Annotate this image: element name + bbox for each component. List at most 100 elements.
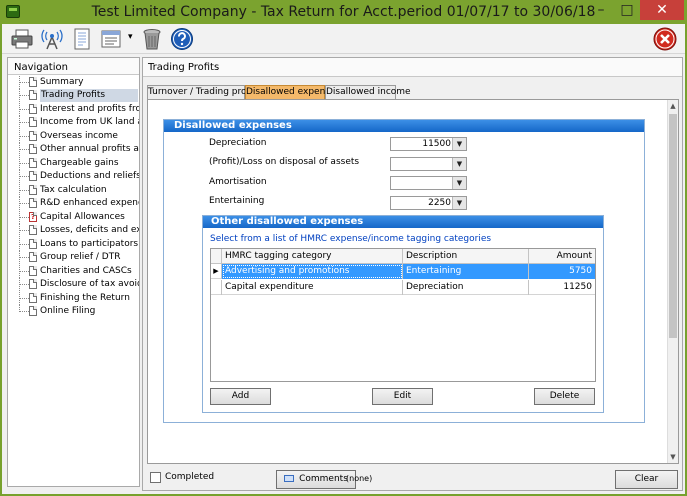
table-cell-description[interactable]: Entertaining (403, 264, 529, 279)
nav-item-loans-to-participators[interactable]: Loans to participators (8, 238, 139, 251)
maximize-button[interactable]: □ (614, 0, 640, 20)
document-icon (29, 225, 37, 235)
nav-item-group-relief[interactable]: Group relief / DTR (8, 251, 139, 264)
profit-loss-disposal-label: (Profit)/Loss on disposal of assets (209, 157, 360, 167)
chevron-down-icon[interactable]: ▼ (452, 138, 466, 150)
table-cell-description[interactable]: Depreciation (403, 280, 529, 295)
entertaining-combo[interactable]: 2250 ▼ (390, 196, 467, 210)
comments-status: (none) (346, 474, 373, 483)
comment-icon (284, 475, 295, 482)
section-title: Disallowed expenses (164, 120, 644, 132)
nav-item-charities-and-cascs[interactable]: Charities and CASCs (8, 265, 139, 278)
hmrc-categories-link[interactable]: Select from a list of HMRC expense/incom… (210, 234, 491, 244)
table-cell-amount[interactable]: 5750 (529, 264, 595, 279)
nav-item-overseas-income[interactable]: Overseas income (8, 130, 139, 143)
vertical-scrollbar[interactable]: ▲ ▼ (667, 100, 678, 463)
window-title: Test Limited Company - Tax Return for Ac… (91, 4, 596, 20)
entertaining-label: Entertaining (209, 196, 265, 206)
expenses-table: HMRC tagging category Description Amount… (210, 248, 596, 382)
scroll-down-icon[interactable]: ▼ (668, 451, 678, 463)
disallowed-expenses-group: Disallowed expenses Depreciation 11500 ▼… (163, 119, 645, 423)
document-icon (29, 171, 37, 181)
broadcast-icon[interactable] (40, 27, 64, 51)
chevron-down-icon[interactable]: ▼ (452, 158, 466, 170)
document-icon (29, 198, 37, 208)
table-row[interactable]: Capital expenditure Depreciation 11250 (211, 280, 595, 295)
chevron-down-icon[interactable]: ▼ (452, 197, 466, 209)
footer-bar: Completed Comments (none) Clear (147, 468, 679, 490)
edit-button[interactable]: Edit (372, 388, 433, 405)
document-icon (29, 158, 37, 168)
nav-item-finishing-the-return[interactable]: Finishing the Return (8, 292, 139, 305)
trash-icon[interactable] (140, 27, 164, 51)
nav-item-other-annual-profits[interactable]: Other annual profits an... (8, 143, 139, 156)
document-icon (29, 266, 37, 276)
document-warning-icon (29, 211, 37, 224)
printer-icon[interactable] (10, 27, 34, 51)
nav-item-capital-allowances[interactable]: Capital Allowances (8, 211, 139, 224)
chevron-down-icon[interactable]: ▾ (128, 32, 133, 42)
document-icon (29, 104, 37, 114)
amortisation-combo[interactable]: ▼ (390, 176, 467, 190)
completed-checkbox[interactable] (150, 472, 161, 483)
document-icon (29, 90, 37, 100)
column-header-amount[interactable]: Amount (529, 249, 595, 264)
nav-item-losses-deficits[interactable]: Losses, deficits and exc... (8, 224, 139, 237)
tab-content: Disallowed expenses Depreciation 11500 ▼… (147, 99, 679, 464)
main-panel: Trading Profits Turnover / Trading profi… (142, 57, 683, 491)
row-pointer-icon: ▶ (211, 264, 222, 279)
scroll-up-icon[interactable]: ▲ (668, 100, 678, 112)
document-icon (29, 77, 37, 87)
nav-item-interest-and-profits[interactable]: Interest and profits fro... (8, 103, 139, 116)
exit-icon[interactable] (653, 27, 677, 51)
nav-item-rd-enhanced-expenditure[interactable]: R&D enhanced expendit... (8, 197, 139, 210)
toolbar: ▾ (2, 24, 685, 54)
section-title: Other disallowed expenses (203, 216, 603, 228)
clear-button[interactable]: Clear (615, 470, 678, 489)
document-icon (29, 239, 37, 249)
column-header-description[interactable]: Description (403, 249, 529, 264)
help-icon[interactable] (170, 27, 194, 51)
column-header-category[interactable]: HMRC tagging category (222, 249, 403, 264)
document-list-icon[interactable] (70, 27, 94, 51)
nav-item-online-filing[interactable]: Online Filing (8, 305, 139, 318)
title-bar[interactable]: Test Limited Company - Tax Return for Ac… (0, 0, 687, 24)
table-cell-amount[interactable]: 11250 (529, 280, 595, 295)
other-disallowed-expenses-group: Other disallowed expenses Select from a … (202, 215, 604, 413)
add-button[interactable]: Add (210, 388, 271, 405)
nav-item-trading-profits[interactable]: Trading Profits (8, 89, 139, 102)
document-icon (29, 279, 37, 289)
nav-item-deductions-and-reliefs[interactable]: Deductions and reliefs (8, 170, 139, 183)
document-icon (29, 131, 37, 141)
table-row[interactable]: ▶ Advertising and promotions Entertainin… (211, 264, 595, 279)
document-icon (29, 293, 37, 303)
comments-button[interactable]: Comments (276, 470, 356, 489)
document-icon (29, 252, 37, 262)
nav-item-chargeable-gains[interactable]: Chargeable gains (8, 157, 139, 170)
nav-item-summary[interactable]: Summary (8, 76, 139, 89)
navigation-tree: Summary Trading Profits Interest and pro… (8, 75, 139, 486)
client-area: ▾ Navigation Summary Trading Profits Int… (2, 24, 685, 494)
depreciation-combo[interactable]: 11500 ▼ (390, 137, 467, 151)
close-window-button[interactable]: ✕ (640, 0, 684, 20)
completed-label: Completed (165, 472, 215, 482)
scrollbar-thumb[interactable] (669, 114, 677, 338)
dropdown-menu-icon[interactable] (100, 27, 124, 51)
table-cell-category[interactable]: Advertising and promotions (222, 264, 403, 279)
tab-turnover-trading-profits[interactable]: Turnover / Trading profits (147, 85, 260, 100)
document-icon (29, 144, 37, 154)
nav-item-tax-calculation[interactable]: Tax calculation (8, 184, 139, 197)
page-title: Trading Profits (143, 58, 682, 77)
table-header: HMRC tagging category Description Amount (211, 249, 595, 264)
nav-item-disclosure-of-tax-avoidance[interactable]: Disclosure of tax avoida... (8, 278, 139, 291)
table-cell-category[interactable]: Capital expenditure (222, 280, 403, 295)
nav-item-income-from-uk-land[interactable]: Income from UK land an... (8, 116, 139, 129)
delete-button[interactable]: Delete (534, 388, 595, 405)
chevron-down-icon[interactable]: ▼ (452, 177, 466, 189)
application-window: Test Limited Company - Tax Return for Ac… (0, 0, 687, 496)
tab-disallowed-expenses[interactable]: Disallowed expenses (245, 85, 340, 100)
tab-disallowed-income[interactable]: Disallowed income (325, 85, 411, 100)
minimize-button[interactable]: – (588, 0, 614, 20)
profit-loss-disposal-combo[interactable]: ▼ (390, 157, 467, 171)
navigation-panel: Navigation Summary Trading Profits Inter… (7, 57, 140, 487)
